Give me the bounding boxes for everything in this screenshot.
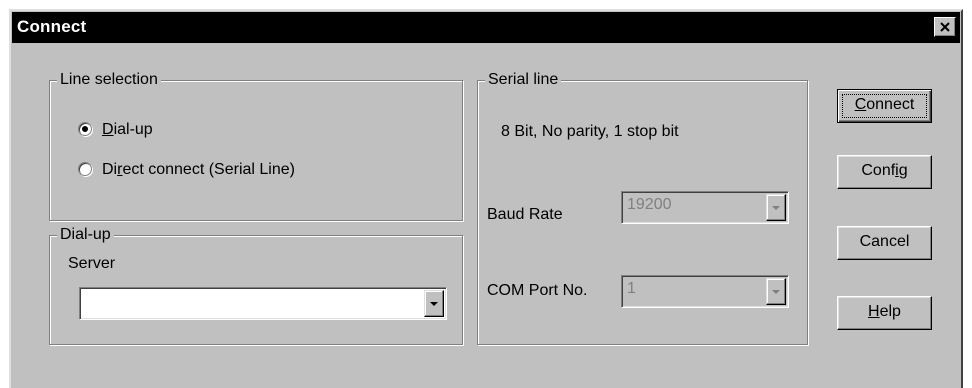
- serial-line-label: Serial line: [485, 70, 562, 90]
- server-label: Server: [68, 255, 116, 272]
- help-button-label: Help: [868, 303, 901, 320]
- title-bar[interactable]: Connect: [12, 12, 960, 43]
- config-button-label: Config: [861, 162, 908, 179]
- line-selection-label: Line selection: [57, 70, 161, 90]
- chevron-down-icon: [430, 301, 438, 306]
- connect-button[interactable]: Connect: [837, 89, 932, 123]
- radio-direct-connect-label: Direct connect (Serial Line): [102, 161, 295, 178]
- baud-rate-dropdown[interactable]: 19200: [621, 191, 789, 224]
- config-button[interactable]: Config: [837, 155, 932, 189]
- close-button[interactable]: [934, 17, 956, 37]
- radio-direct-connect[interactable]: Direct connect (Serial Line): [78, 160, 408, 182]
- radio-selected-icon: [78, 122, 92, 136]
- cancel-button[interactable]: Cancel: [837, 226, 932, 260]
- com-port-label: COM Port No.: [487, 282, 588, 299]
- dialup-group: Dial-up Server: [49, 225, 463, 345]
- serial-line-group: Serial line 8 Bit, No parity, 1 stop bit…: [477, 70, 808, 345]
- dialup-group-label: Dial-up: [57, 225, 114, 245]
- com-port-dropdown[interactable]: 1: [621, 275, 789, 308]
- chevron-down-icon: [772, 289, 780, 294]
- radio-dial-up[interactable]: Dial-up: [78, 120, 378, 142]
- baud-rate-value: 19200: [627, 196, 672, 213]
- help-button[interactable]: Help: [837, 296, 932, 330]
- line-selection-group: Line selection Dial-up Direct connect (S…: [49, 70, 463, 221]
- connect-button-label: Connect: [854, 96, 915, 113]
- com-port-dropdown-arrow[interactable]: [766, 278, 786, 305]
- serial-settings-info: 8 Bit, No parity, 1 stop bit: [501, 123, 679, 140]
- radio-dial-up-label: Dial-up: [102, 121, 153, 138]
- cancel-button-label: Cancel: [859, 233, 910, 250]
- baud-rate-dropdown-arrow[interactable]: [766, 194, 786, 221]
- close-icon: [940, 22, 950, 32]
- baud-rate-label: Baud Rate: [487, 206, 563, 223]
- server-dropdown-arrow[interactable]: [424, 290, 444, 317]
- radio-unselected-icon: [78, 162, 92, 176]
- window-title: Connect: [17, 17, 87, 36]
- chevron-down-icon: [772, 205, 780, 210]
- connect-dialog: Connect Line selection Dial-up Direct co…: [9, 9, 963, 388]
- com-port-value: 1: [627, 280, 636, 297]
- server-dropdown[interactable]: [79, 287, 447, 320]
